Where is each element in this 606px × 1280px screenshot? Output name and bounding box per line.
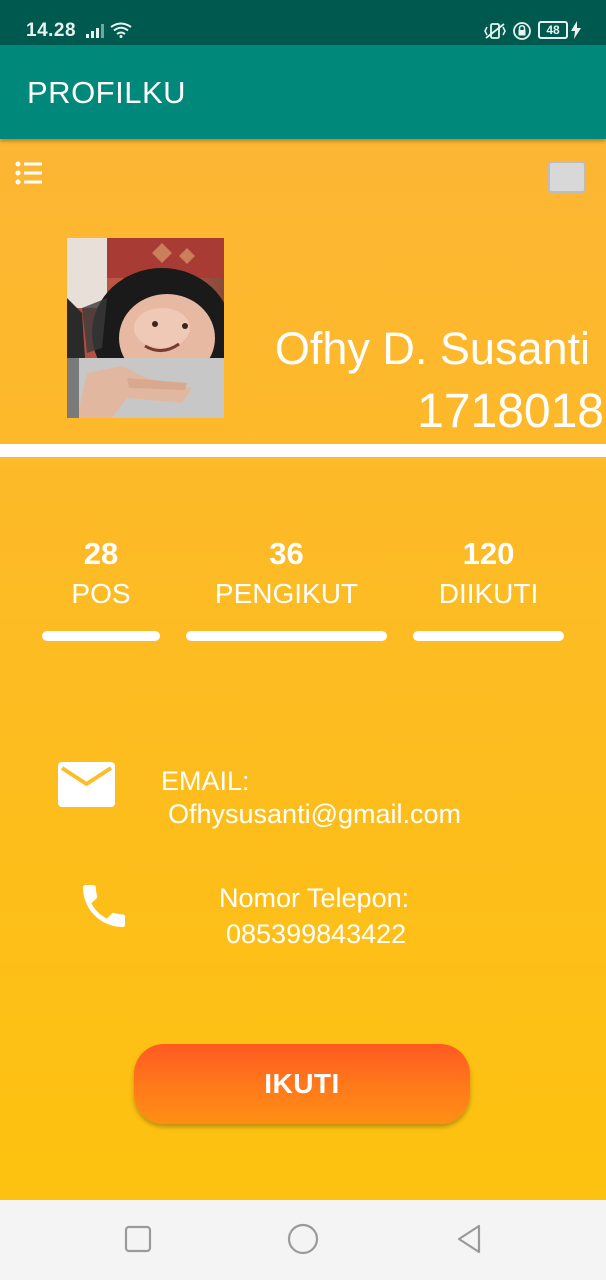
profile-name: Ofhy D. Susanti	[274, 323, 590, 374]
follow-button[interactable]: IKUTI	[134, 1044, 470, 1124]
stat-posts-underline	[42, 631, 160, 641]
divider	[0, 444, 606, 457]
signal-icon	[86, 24, 104, 38]
stat-followers-underline	[186, 631, 387, 641]
app-title: PROFILKU	[27, 75, 187, 110]
options-button[interactable]	[548, 161, 586, 193]
phone-value[interactable]: 085399843422	[226, 917, 406, 951]
profile-photo[interactable]	[67, 238, 224, 418]
status-bar: 14.28 48	[0, 0, 606, 45]
recent-apps-icon[interactable]	[121, 1222, 155, 1256]
wifi-icon	[110, 22, 132, 38]
email-icon	[58, 762, 115, 807]
email-label: EMAIL:	[161, 766, 250, 796]
app-bar: PROFILKU	[0, 45, 606, 139]
battery-icon: 48	[538, 21, 568, 39]
home-icon[interactable]	[286, 1222, 320, 1256]
stat-following-underline	[413, 631, 564, 641]
stat-posts-label: POS	[71, 578, 131, 609]
phone-icon	[83, 885, 125, 927]
stat-followers-value: 36	[269, 536, 304, 571]
stat-posts[interactable]: 28 POS	[42, 534, 160, 614]
stat-following-value: 120	[462, 536, 515, 571]
status-time: 14.28	[26, 20, 77, 41]
rotation-lock-icon	[513, 22, 531, 40]
stat-followers[interactable]: 36 PENGIKUT	[186, 534, 387, 614]
charging-icon	[571, 21, 581, 39]
back-icon[interactable]	[453, 1222, 487, 1256]
phone-label: Nomor Telepon:	[219, 883, 410, 913]
stat-following[interactable]: 120 DIIKUTI	[413, 534, 564, 614]
stat-following-label: DIIKUTI	[438, 578, 539, 609]
stat-posts-value: 28	[83, 536, 119, 571]
vibrate-icon	[484, 23, 506, 39]
email-value[interactable]: Ofhysusanti@gmail.com	[168, 797, 461, 831]
navigation-bar	[0, 1200, 606, 1280]
profile-content: Ofhy D. Susanti 1718018 28 POS 36 PENGIK…	[0, 139, 606, 1200]
profile-id-number: 1718018	[417, 385, 604, 438]
menu-list-icon[interactable]	[14, 159, 44, 187]
stat-followers-label: PENGIKUT	[214, 578, 359, 609]
